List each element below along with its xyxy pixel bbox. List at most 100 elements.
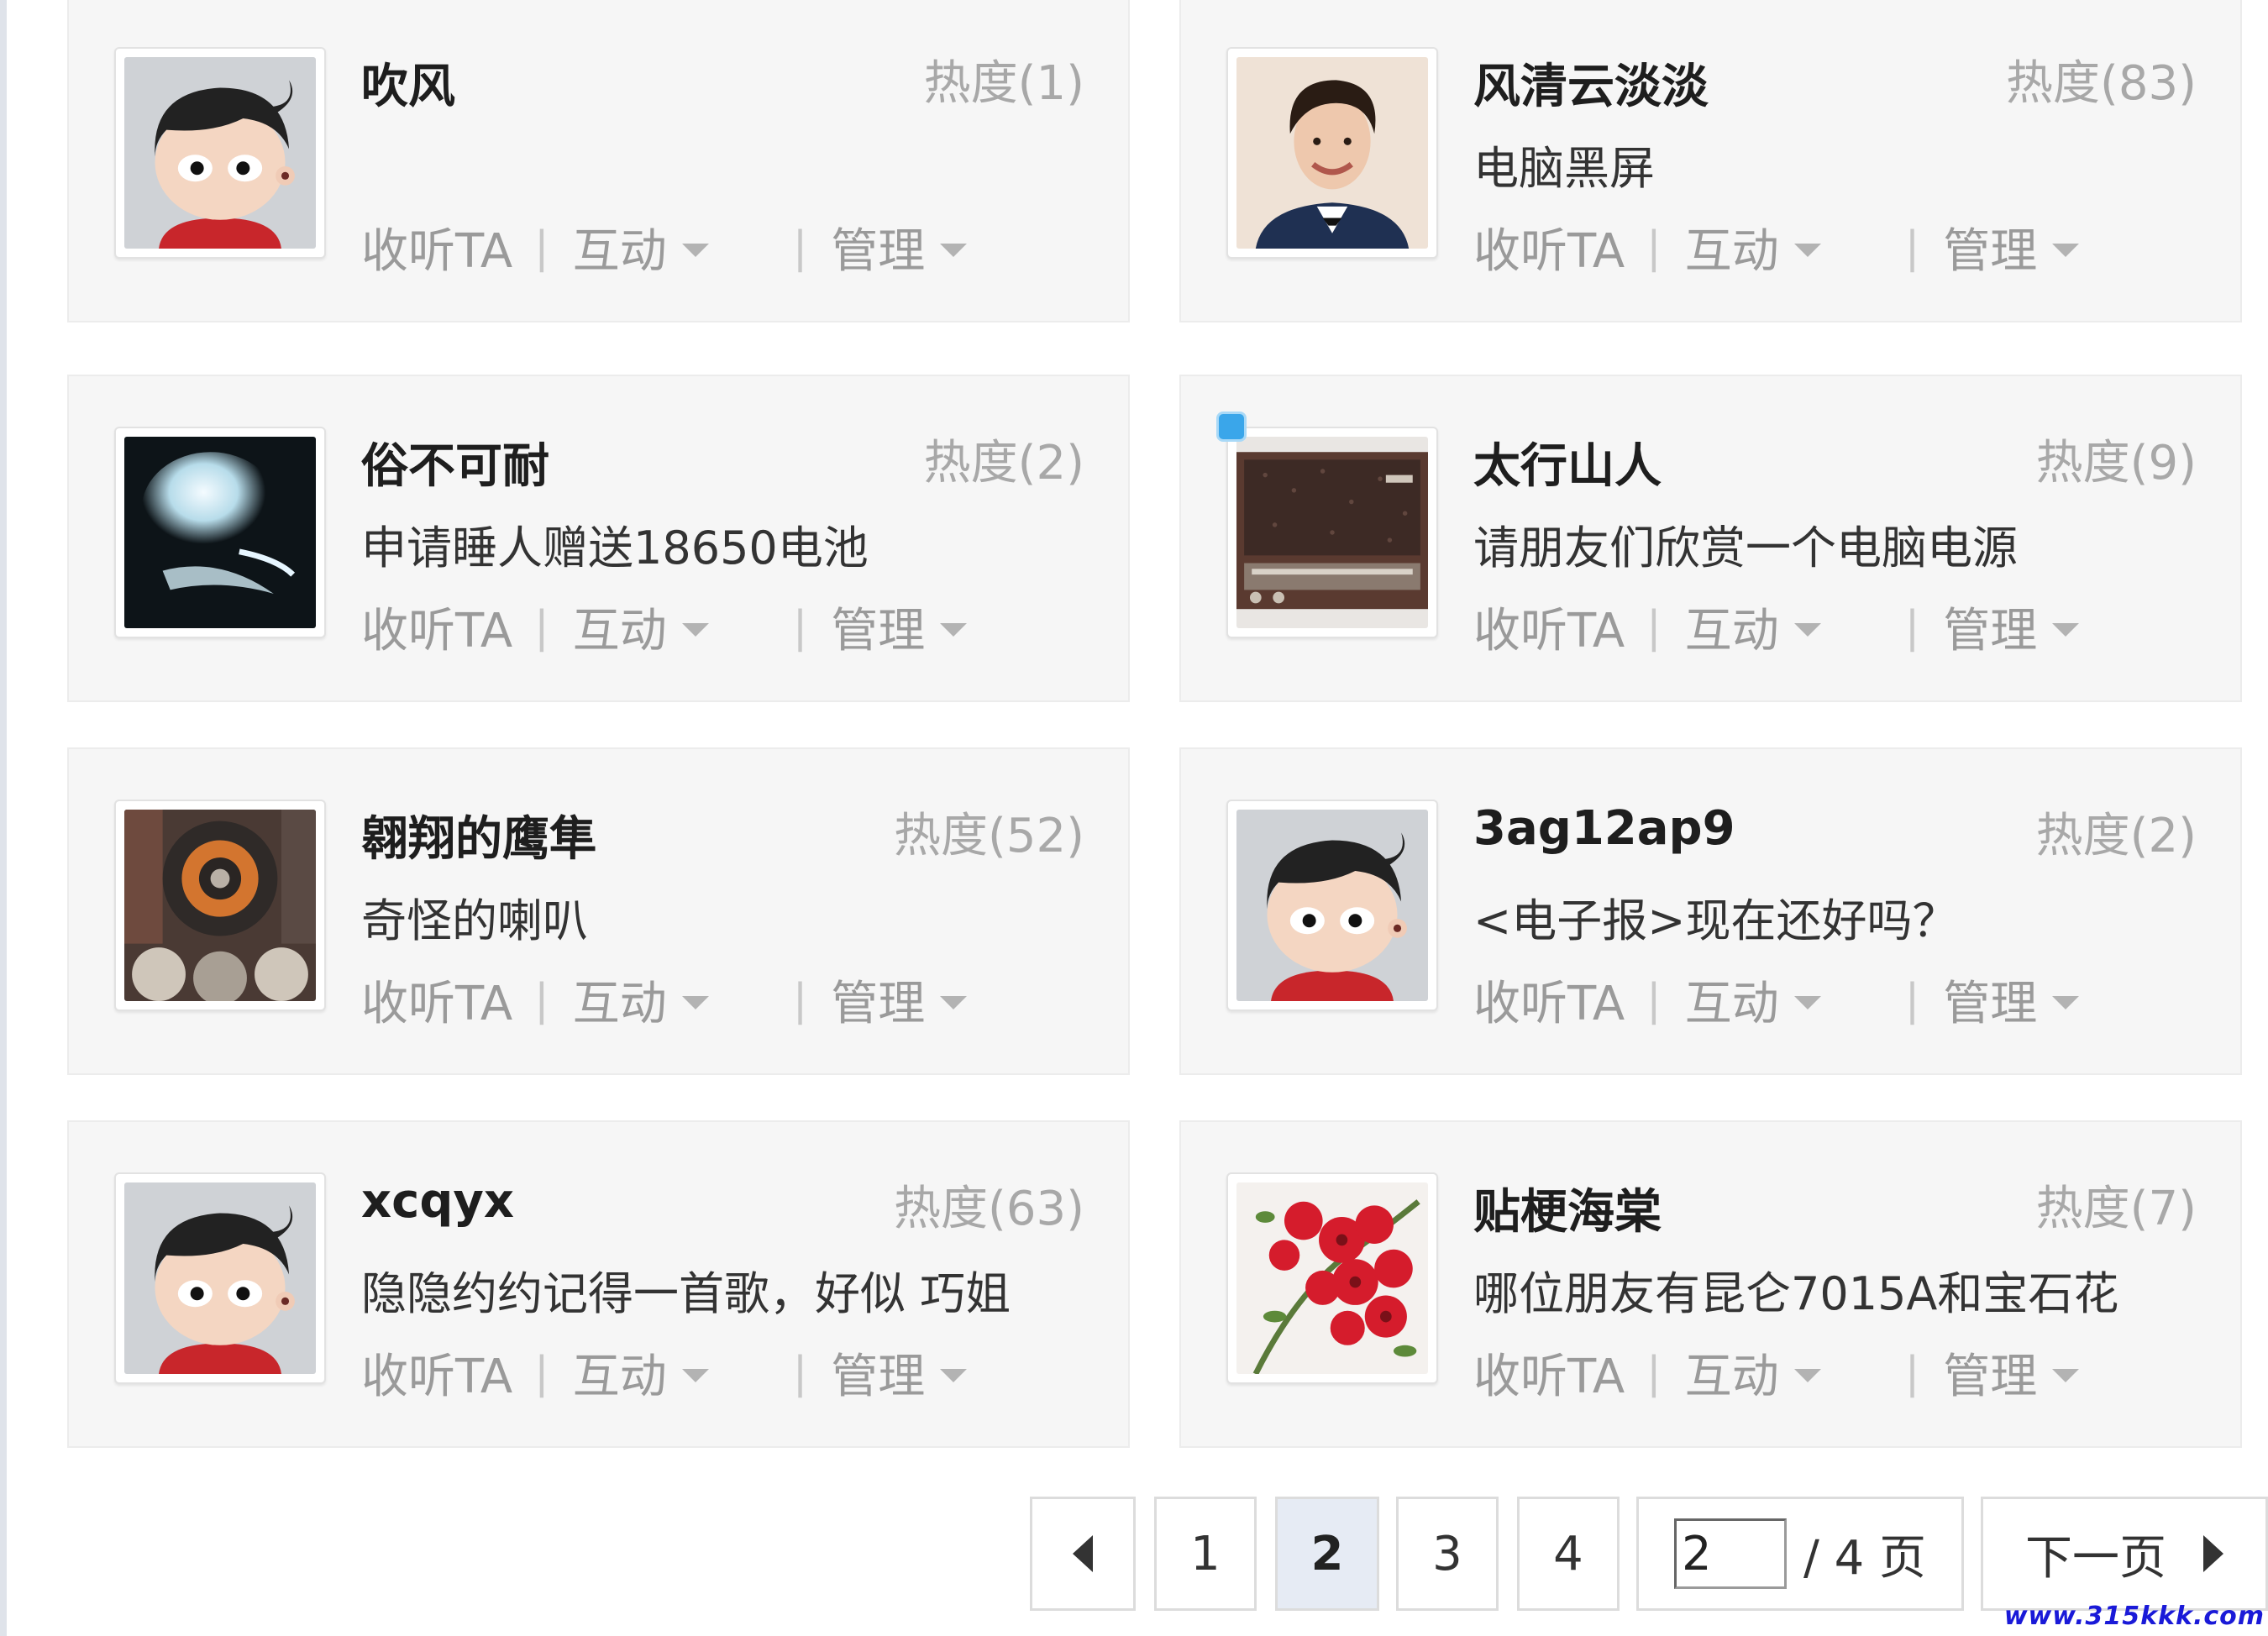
arrow-left-icon: [1073, 1535, 1093, 1572]
caret-down-icon: [681, 243, 709, 257]
user-name[interactable]: xcqyx: [361, 1174, 514, 1229]
latest-post[interactable]: 请朋友们欣赏一个电脑电源: [1473, 511, 2018, 577]
cartoon-avatar-image: [124, 1182, 316, 1374]
user-avatar[interactable]: [114, 427, 326, 638]
manage-dropdown[interactable]: 管理: [1943, 213, 2080, 281]
manage-dropdown[interactable]: 管理: [1943, 593, 2080, 661]
page-total-label: / 4 页: [1803, 1530, 1927, 1586]
cartoon-avatar-image: [124, 57, 316, 249]
latest-post[interactable]: 申请睡人赠送18650电池: [361, 511, 869, 577]
follow-button[interactable]: 收听TA: [361, 966, 512, 1034]
user-avatar[interactable]: [114, 800, 326, 1011]
latest-post[interactable]: 哪位朋友有昆仑7015A和宝石花: [1473, 1256, 2118, 1323]
separator: |: [534, 601, 549, 653]
caret-down-icon: [681, 622, 709, 637]
manage-label: 管理: [1943, 1350, 2038, 1404]
user-avatar[interactable]: [1226, 47, 1438, 259]
manage-label: 管理: [831, 224, 926, 279]
user-name[interactable]: 贴梗海棠: [1473, 1174, 1662, 1242]
next-page-button[interactable]: 下一页: [1981, 1497, 2268, 1611]
manage-dropdown[interactable]: 管理: [1943, 1339, 2080, 1407]
interact-label: 互动: [572, 604, 667, 658]
latest-post[interactable]: 隐隐约约记得一首歌，好似 巧姐: [361, 1256, 1011, 1323]
user-avatar[interactable]: [114, 47, 326, 259]
follow-button[interactable]: 收听TA: [1473, 966, 1625, 1034]
follow-button[interactable]: 收听TA: [361, 1339, 512, 1407]
latest-post[interactable]: 奇怪的喇叭: [361, 884, 588, 950]
user-name[interactable]: 吹风: [361, 49, 455, 117]
heat-count: 热度(7): [2035, 1182, 2197, 1236]
page-jump-box: / 4 页: [1636, 1497, 1964, 1611]
vintage-radio-image: [1236, 437, 1428, 628]
separator: |: [534, 1347, 549, 1398]
separator: |: [534, 974, 549, 1025]
caret-down-icon: [681, 1368, 709, 1382]
manage-label: 管理: [831, 977, 926, 1031]
prev-page-button[interactable]: [1030, 1497, 1136, 1611]
user-name[interactable]: 3ag12ap9: [1473, 801, 1735, 856]
latest-post[interactable]: 电脑黑屏: [1473, 131, 1655, 197]
card-actions: 收听TA | 互动 | 管理: [361, 966, 968, 1034]
interact-dropdown[interactable]: 互动: [1685, 213, 1821, 281]
interact-dropdown[interactable]: 互动: [573, 966, 709, 1034]
separator: |: [1904, 974, 1920, 1025]
user-avatar[interactable]: [114, 1172, 326, 1384]
caret-down-icon: [681, 995, 709, 1009]
manage-label: 管理: [1943, 224, 2038, 279]
portrait-photo-image: [1236, 57, 1428, 249]
card-actions: 收听TA | 互动 | 管理: [361, 593, 968, 661]
page-4-button[interactable]: 4: [1517, 1497, 1620, 1611]
pagination: 1 2 3 4 / 4 页 下一页: [0, 1497, 2268, 1611]
glow-silhouette-image: [124, 437, 316, 628]
separator: |: [1904, 222, 1920, 273]
follow-button[interactable]: 收听TA: [361, 593, 512, 661]
interact-dropdown[interactable]: 互动: [573, 593, 709, 661]
next-page-label: 下一页: [2025, 1530, 2166, 1586]
user-card: 风清云淡淡 热度(83) 电脑黑屏 收听TA | 互动 | 管理: [1179, 0, 2242, 322]
separator: |: [792, 601, 808, 653]
card-actions: 收听TA | 互动 | 管理: [1473, 966, 2080, 1034]
heat-count: 热度(2): [2035, 809, 2197, 863]
user-name[interactable]: 太行山人: [1473, 428, 1662, 496]
separator: |: [792, 1347, 808, 1398]
follow-button[interactable]: 收听TA: [1473, 593, 1625, 661]
online-badge-icon: [1216, 412, 1247, 442]
interact-label: 互动: [572, 1350, 667, 1404]
user-name[interactable]: 风清云淡淡: [1473, 49, 1709, 117]
interact-dropdown[interactable]: 互动: [1685, 966, 1821, 1034]
interact-dropdown[interactable]: 互动: [1685, 593, 1821, 661]
card-actions: 收听TA | 互动 | 管理: [1473, 1339, 2080, 1407]
user-avatar[interactable]: [1226, 800, 1438, 1011]
separator: |: [792, 222, 808, 273]
interact-dropdown[interactable]: 互动: [573, 1339, 709, 1407]
caret-down-icon: [2052, 243, 2080, 257]
separator: |: [1646, 974, 1662, 1025]
interact-dropdown[interactable]: 互动: [1685, 1339, 1821, 1407]
manage-dropdown[interactable]: 管理: [831, 213, 968, 281]
separator: |: [1646, 222, 1662, 273]
page-3-button[interactable]: 3: [1396, 1497, 1499, 1611]
user-avatar[interactable]: [1226, 427, 1438, 638]
follow-button[interactable]: 收听TA: [1473, 213, 1625, 281]
follow-button[interactable]: 收听TA: [1473, 1339, 1625, 1407]
follow-button[interactable]: 收听TA: [361, 213, 512, 281]
interact-dropdown[interactable]: 互动: [573, 213, 709, 281]
manage-dropdown[interactable]: 管理: [831, 593, 968, 661]
latest-post[interactable]: <电子报>现在还好吗？: [1473, 884, 1958, 950]
manage-dropdown[interactable]: 管理: [831, 966, 968, 1034]
page-1-button[interactable]: 1: [1154, 1497, 1257, 1611]
caret-down-icon: [1793, 1368, 1821, 1382]
user-name[interactable]: 翱翔的鹰隼: [361, 801, 596, 869]
user-card: xcqyx 热度(63) 隐隐约约记得一首歌，好似 巧姐 收听TA | 互动 |…: [67, 1120, 1130, 1448]
caret-down-icon: [940, 1368, 968, 1382]
manage-dropdown[interactable]: 管理: [1943, 966, 2080, 1034]
left-border: [0, 0, 7, 1636]
user-avatar[interactable]: [1226, 1172, 1438, 1384]
separator: |: [1904, 601, 1920, 653]
arrow-right-icon: [2203, 1535, 2223, 1572]
page-2-button[interactable]: 2: [1275, 1497, 1379, 1611]
manage-dropdown[interactable]: 管理: [831, 1339, 968, 1407]
user-name[interactable]: 俗不可耐: [361, 428, 549, 496]
separator: |: [1646, 1347, 1662, 1398]
page-number-input[interactable]: [1673, 1518, 1787, 1589]
